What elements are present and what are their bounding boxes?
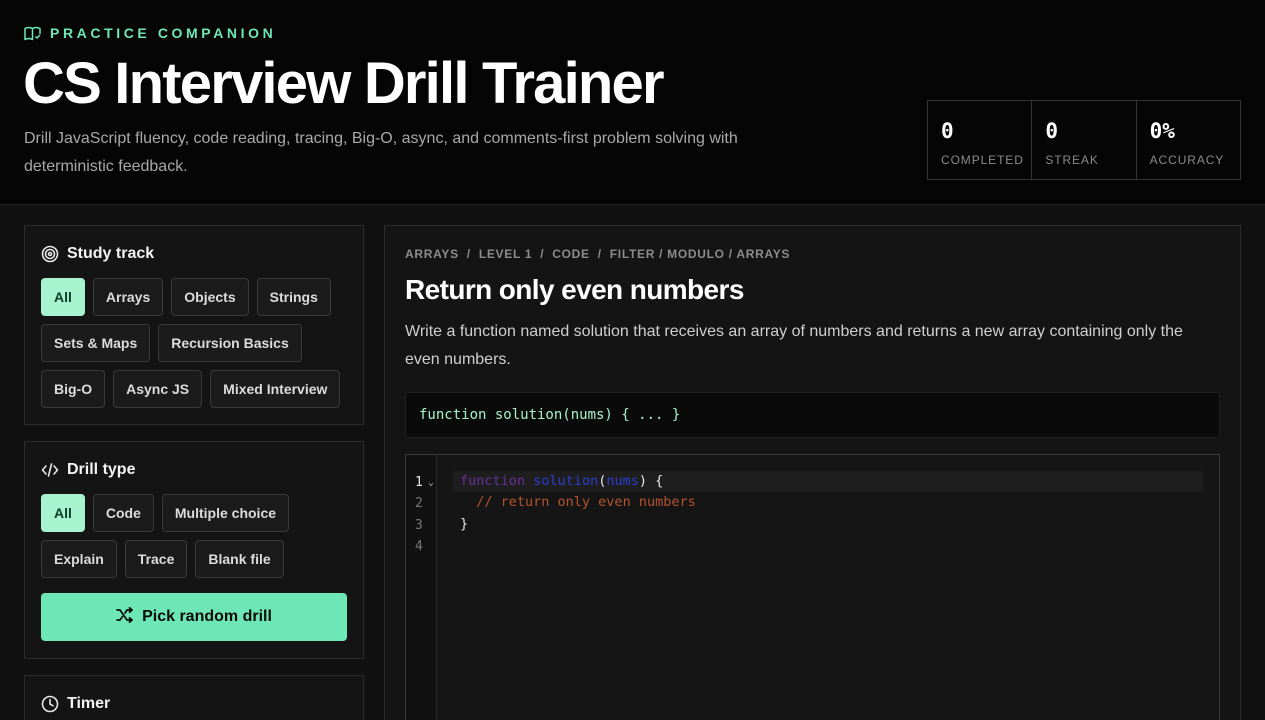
drill-type-chips: All Code Multiple choice Explain Trace B… (41, 494, 347, 578)
drill-type-title: Drill type (67, 461, 136, 478)
track-chip-all[interactable]: All (41, 278, 85, 316)
line-gutter: 1 ⌄ 2 3 4 (406, 455, 437, 720)
type-chip-multiple-choice[interactable]: Multiple choice (161, 494, 290, 532)
code-brace: } (460, 515, 469, 532)
study-track-title: Study track (67, 245, 155, 262)
track-chip-async[interactable]: Async JS (113, 370, 203, 408)
line-number: 1 ⌄ (406, 472, 436, 493)
timer-panel: Timer (24, 675, 364, 720)
clock-icon (41, 695, 59, 713)
drill-description: Write a function named solution that rec… (405, 323, 1183, 368)
type-chip-explain[interactable]: Explain (41, 540, 117, 578)
breadcrumb-item: LEVEL 1 (478, 247, 533, 261)
target-icon (41, 245, 59, 263)
type-chip-blank-file[interactable]: Blank file (195, 540, 284, 578)
stat-value: 0 (941, 119, 954, 143)
stat-label: COMPLETED (941, 153, 1024, 167)
line-number: 2 (415, 496, 423, 512)
study-track-chips: All Arrays Objects Strings Sets & Maps R… (41, 278, 347, 408)
eyebrow: PRACTICE COMPANION (24, 25, 276, 41)
code-line[interactable] (453, 535, 1203, 556)
stat-accuracy: 0% ACCURACY (1137, 101, 1240, 179)
app-header: PRACTICE COMPANION CS Interview Drill Tr… (0, 0, 1265, 205)
stat-streak: 0 STREAK (1032, 101, 1137, 179)
breadcrumb-separator: / (597, 247, 602, 261)
study-track-header: Study track (41, 244, 347, 264)
track-chip-arrays[interactable]: Arrays (92, 278, 164, 316)
stat-label: STREAK (1045, 153, 1099, 167)
line-number: 4 (415, 538, 423, 554)
code-keyword: function (460, 473, 526, 489)
code-line[interactable]: // return only even numbers (453, 492, 1203, 513)
code-brace: { (647, 473, 664, 489)
code-param: nums (606, 473, 639, 489)
type-chip-trace[interactable]: Trace (124, 540, 188, 578)
track-chip-mixed[interactable]: Mixed Interview (210, 370, 341, 408)
breadcrumb-item: CODE (552, 247, 590, 261)
breadcrumb-separator: / (540, 247, 545, 261)
drill-title: Return only even numbers (405, 274, 744, 305)
breadcrumb-separator: / (466, 247, 471, 261)
timer-header: Timer (41, 694, 347, 714)
drill-type-header: Drill type (41, 460, 347, 480)
shuffle-icon (116, 606, 134, 628)
app-subtitle: Drill JavaScript fluency, code reading, … (24, 130, 738, 175)
track-chip-strings[interactable]: Strings (256, 278, 331, 316)
track-chip-big-o[interactable]: Big-O (41, 370, 106, 408)
eyebrow-text: PRACTICE COMPANION (50, 25, 277, 41)
code-content[interactable]: function solution(nums) { // return only… (453, 471, 1203, 556)
line-number: 3 (415, 517, 423, 533)
track-chip-sets-maps[interactable]: Sets & Maps (41, 324, 151, 362)
function-signature: function solution(nums) { ... } (405, 392, 1220, 438)
stat-value: 0% (1149, 119, 1175, 143)
pick-random-drill-button[interactable]: Pick random drill (41, 593, 347, 641)
track-chip-objects[interactable]: Objects (171, 278, 249, 316)
app-title: CS Interview Drill Trainer (23, 51, 665, 116)
track-chip-recursion[interactable]: Recursion Basics (158, 324, 302, 362)
code-function-name: solution (533, 473, 599, 489)
type-chip-all[interactable]: All (41, 494, 85, 532)
study-track-panel: Study track All Arrays Objects Strings S… (24, 225, 364, 425)
timer-title: Timer (67, 695, 111, 712)
code-icon (41, 462, 59, 478)
breadcrumb-item: ARRAYS (405, 247, 459, 261)
drill-type-panel: Drill type All Code Multiple choice Expl… (24, 441, 364, 659)
code-editor[interactable]: 1 ⌄ 2 3 4 function solution(nums) { // r… (405, 454, 1220, 720)
drill-panel: ARRAYS / LEVEL 1 / CODE / FILTER / MODUL… (384, 225, 1241, 720)
code-comment: // return only even numbers (476, 494, 696, 511)
fold-chevron-icon[interactable]: ⌄ (428, 472, 434, 493)
stat-label: ACCURACY (1149, 153, 1225, 167)
code-line[interactable]: } (453, 514, 1203, 535)
type-chip-code[interactable]: Code (92, 494, 154, 532)
pick-random-drill-label: Pick random drill (142, 608, 272, 625)
code-line[interactable]: function solution(nums) { (453, 471, 1203, 493)
breadcrumb: ARRAYS / LEVEL 1 / CODE / FILTER / MODUL… (405, 247, 1220, 263)
breadcrumb-item: FILTER / MODULO / ARRAYS (609, 247, 791, 261)
stat-value: 0 (1045, 119, 1058, 143)
stat-completed: 0 COMPLETED (928, 101, 1033, 179)
book-icon (24, 26, 41, 41)
stats-panel: 0 COMPLETED 0 STREAK 0% ACCURACY (927, 100, 1241, 180)
